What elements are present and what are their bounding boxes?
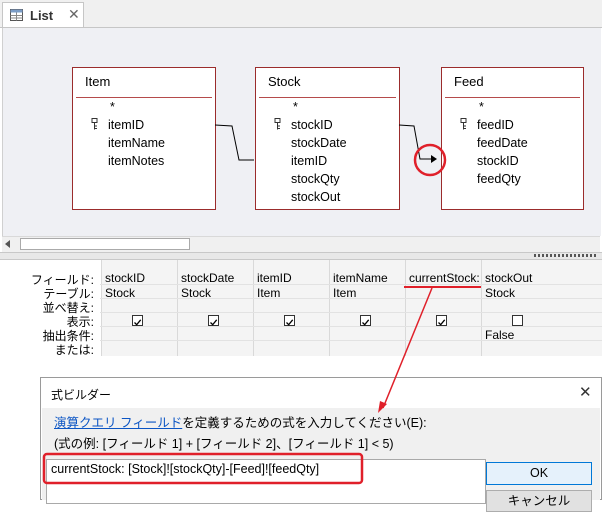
instruction-text: 演算クエリ フィールドを定義するための式を入力してください(E): [54, 412, 427, 431]
grid-row-labels: フィールド: テーブル: 並べ替え: 表示: 抽出条件: または: [0, 260, 100, 360]
table-title: Item [85, 74, 111, 89]
design-grid: フィールド: テーブル: 並べ替え: 表示: 抽出条件: または: stockI… [0, 260, 602, 360]
divider [100, 312, 602, 313]
field-item[interactable]: feedQty [477, 172, 521, 186]
field-item[interactable]: stockID [477, 154, 519, 168]
all-fields-item[interactable]: * [110, 100, 115, 114]
horizontal-scrollbar[interactable] [2, 236, 600, 252]
field-item[interactable]: itemName [108, 136, 165, 150]
primary-key-icon [91, 118, 98, 130]
divider [259, 97, 396, 98]
field-item[interactable]: stockOut [291, 190, 340, 204]
table-title: Stock [268, 74, 301, 89]
all-fields-stock[interactable]: * [293, 100, 298, 114]
show-checkbox[interactable] [132, 315, 143, 326]
divider [100, 326, 602, 327]
primary-key-icon [274, 118, 281, 130]
ok-button[interactable]: OK [486, 462, 592, 485]
example-text: (式の例: [フィールド 1] + [フィールド 2]、[フィールド 1] < … [54, 437, 394, 451]
scroll-left-icon[interactable] [5, 240, 10, 248]
expression-text[interactable]: currentStock: [Stock]![stockQty]-[Feed]!… [51, 462, 319, 476]
field-item[interactable]: itemID [291, 154, 327, 168]
query-design-area: Item * itemID itemName itemNotes Stock *… [2, 28, 601, 236]
tab-list[interactable]: List ✕ [2, 2, 84, 27]
grid-column[interactable]: stockID Stock [101, 260, 177, 356]
divider [100, 284, 602, 285]
grid-field-cell[interactable]: itemID [257, 271, 292, 285]
divider [100, 340, 602, 341]
query-table-icon [10, 9, 23, 21]
divider [76, 97, 212, 98]
row-label-or: または: [54, 343, 94, 357]
grid-field-cell[interactable]: stockID [105, 271, 145, 285]
document-tab-strip: List ✕ [0, 0, 602, 28]
grid-column[interactable]: stockOut Stock False [481, 260, 602, 356]
field-item[interactable]: stockID [291, 118, 333, 132]
expression-builder-dialog: 式ビルダー ✕ 演算クエリ フィールドを定義するための式を入力してください(E)… [40, 377, 602, 512]
cancel-button[interactable]: キャンセル [486, 490, 592, 512]
divider [100, 298, 602, 299]
grid-column[interactable]: currentStock: [405, 260, 481, 356]
scroll-thumb[interactable] [20, 238, 190, 250]
show-checkbox[interactable] [284, 315, 295, 326]
grid-column[interactable]: itemID Item [253, 260, 329, 356]
field-item[interactable]: itemNotes [108, 154, 164, 168]
grid-field-cell[interactable]: itemName [333, 271, 388, 285]
grid-column[interactable]: stockDate Stock [177, 260, 253, 356]
grid-field-cell[interactable]: stockOut [485, 271, 532, 285]
instruction-rest: を定義するための式を入力してください(E): [182, 416, 427, 430]
splitter-grip-icon[interactable] [534, 254, 596, 257]
show-checkbox[interactable] [360, 315, 371, 326]
field-item[interactable]: feedDate [477, 136, 528, 150]
calculated-field-link[interactable]: 演算クエリ フィールド [54, 416, 182, 430]
close-icon[interactable]: ✕ [68, 6, 80, 23]
table-box-item[interactable]: Item * itemID itemName itemNotes [72, 67, 216, 210]
show-checkbox[interactable] [436, 315, 447, 326]
grid-column[interactable]: itemName Item [329, 260, 405, 356]
dialog-title: 式ビルダー [51, 388, 112, 402]
grid-field-cell[interactable]: currentStock: [409, 271, 480, 285]
table-title: Feed [454, 74, 484, 89]
tab-title: List [30, 8, 54, 23]
dialog-body: 演算クエリ フィールドを定義するための式を入力してください(E): (式の例: … [42, 408, 600, 512]
pane-splitter[interactable] [0, 252, 602, 260]
all-fields-feed[interactable]: * [479, 100, 484, 114]
show-checkbox[interactable] [208, 315, 219, 326]
primary-key-icon [460, 118, 467, 130]
close-icon[interactable]: ✕ [579, 383, 592, 401]
divider [445, 97, 580, 98]
field-item[interactable]: stockQty [291, 172, 340, 186]
field-item[interactable]: stockDate [291, 136, 347, 150]
table-box-stock[interactable]: Stock * stockID stockDate itemID stockQt… [255, 67, 400, 210]
show-checkbox[interactable] [512, 315, 523, 326]
table-box-feed[interactable]: Feed * feedID feedDate stockID feedQty [441, 67, 584, 210]
grid-field-cell[interactable]: stockDate [181, 271, 234, 285]
field-item[interactable]: feedID [477, 118, 514, 132]
field-item[interactable]: itemID [108, 118, 144, 132]
